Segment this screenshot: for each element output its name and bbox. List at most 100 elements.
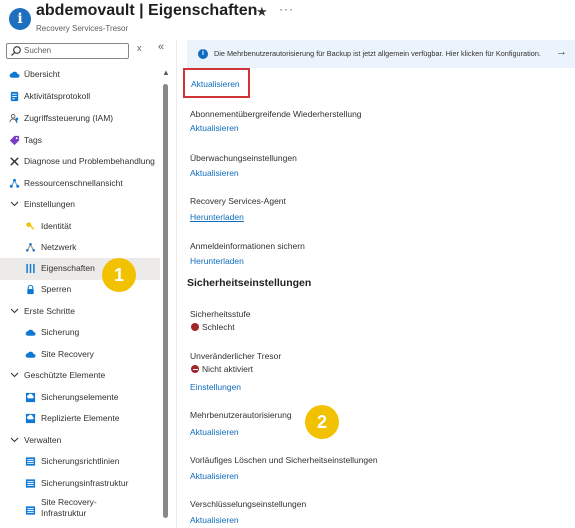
sidebar-item-label: Site Recovery-Infrastruktur <box>41 497 97 518</box>
security-settings-heading: Sicherheitseinstellungen <box>187 277 312 289</box>
infrastructure-icon <box>25 506 36 515</box>
sidebar-item-label: Zugriffssteuerung (IAM) <box>24 113 114 123</box>
people-icon <box>9 113 19 124</box>
sidebar-item-site-recovery-infrastructure[interactable]: Site Recovery-Infrastruktur <box>0 497 160 525</box>
blocked-icon <box>191 365 199 373</box>
sidebar-item-label: Sperren <box>41 284 72 294</box>
sidebar-item-backup-infrastructure[interactable]: Sicherungsinfrastruktur <box>0 473 160 495</box>
infrastructure-icon <box>25 479 36 488</box>
sidebar-item-replicated-items[interactable]: Replizierte Elemente <box>0 408 160 430</box>
sidebar-item-label: Sicherung <box>41 327 80 337</box>
sidebar-item-label: Eigenschaften <box>41 263 95 273</box>
search-icon <box>11 46 21 56</box>
arrow-right-icon: → <box>556 46 567 58</box>
soft-delete-update-link[interactable]: Aktualisieren <box>190 471 239 481</box>
sidebar-item-label: Sicherungsinfrastruktur <box>41 478 129 488</box>
page-header: i abdemovault | Eigenschaften ★ ··· Reco… <box>0 0 575 40</box>
encryption-settings-update-link[interactable]: Aktualisieren <box>190 515 239 525</box>
search-placeholder: Suchen <box>24 46 52 55</box>
chevron-down-icon <box>10 201 19 207</box>
sidebar-item-label: Aktivitätsprotokoll <box>24 91 91 101</box>
cross-subscription-restore-label: Abonnementübergreifende Wiederherstellun… <box>190 109 362 119</box>
immutable-vault-label: Unveränderlicher Tresor <box>190 351 282 361</box>
sidebar-item-tags[interactable]: Tags <box>0 130 160 152</box>
recovery-services-agent-download-link[interactable]: Herunterladen <box>190 212 244 222</box>
chevron-down-icon <box>10 308 19 314</box>
info-icon: i <box>9 8 31 30</box>
callout-badge-2: 2 <box>305 405 339 439</box>
sidebar-item-label: Sicherungsrichtlinien <box>41 456 120 466</box>
sidebar-item-label: Identität <box>41 221 72 231</box>
network-icon <box>26 243 35 252</box>
sidebar-item-properties[interactable]: Eigenschaften <box>0 258 160 280</box>
sidebar-item-identity[interactable]: Identität <box>0 216 160 238</box>
security-level-label: Sicherheitsstufe <box>190 309 251 319</box>
identity-icon <box>26 222 35 230</box>
sidebar-item-label: Netzwerk <box>41 242 77 252</box>
backup-credentials-download-link[interactable]: Herunterladen <box>190 256 244 266</box>
sidebar-item-site-recovery[interactable]: Site Recovery <box>0 344 160 366</box>
sidebar-item-resource-visualizer[interactable]: Ressourcenschnellansicht <box>0 173 160 195</box>
immutable-vault-settings-link[interactable]: Einstellungen <box>190 382 241 392</box>
sidebar-group-manage[interactable]: Verwalten <box>0 430 160 452</box>
cross-subscription-restore-update-link[interactable]: Aktualisieren <box>190 123 239 133</box>
sidebar-group-label: Geschützte Elemente <box>24 370 106 380</box>
policy-icon <box>25 457 36 466</box>
security-level-status: Schlecht <box>202 322 235 332</box>
recovery-services-agent-label: Recovery Services-Agent <box>190 196 286 206</box>
info-banner[interactable]: i Die Mehrbenutzerautorisierung für Back… <box>187 40 575 68</box>
sidebar-item-label: Site Recovery <box>41 349 94 359</box>
network-icon <box>9 178 20 188</box>
favorite-star-icon[interactable]: ★ <box>256 4 268 20</box>
sidebar-item-backup[interactable]: Sicherung <box>0 322 160 344</box>
soft-delete-label: Vorläufiges Löschen und Sicherheitseinst… <box>190 455 378 465</box>
sidebar-item-network[interactable]: Netzwerk <box>0 237 160 259</box>
chevron-down-icon <box>10 372 19 378</box>
cloud-icon <box>25 351 36 358</box>
immutable-vault-status: Nicht aktiviert <box>202 364 254 374</box>
update-link-top[interactable]: Aktualisieren <box>191 79 240 89</box>
properties-icon <box>26 263 35 274</box>
sidebar-item-locks[interactable]: Sperren <box>0 279 160 301</box>
sidebar-item-overview[interactable]: Übersicht <box>0 64 160 86</box>
monitoring-settings-label: Überwachungseinstellungen <box>190 153 297 163</box>
page-title: abdemovault | Eigenschaften <box>36 2 258 19</box>
multi-user-authorization-update-link[interactable]: Aktualisieren <box>190 427 239 437</box>
collapse-sidebar-icon[interactable]: « <box>158 41 164 53</box>
callout-badge-1: 1 <box>102 258 136 292</box>
replicated-items-icon <box>25 413 36 424</box>
sidebar-group-protected-items[interactable]: Geschützte Elemente <box>0 365 160 387</box>
tag-icon <box>9 135 20 146</box>
sidebar-item-backup-items[interactable]: Sicherungselemente <box>0 387 160 409</box>
sidebar-item-backup-policies[interactable]: Sicherungsrichtlinien <box>0 451 160 473</box>
lock-icon <box>27 284 34 295</box>
sidebar-item-activity-log[interactable]: Aktivitätsprotokoll <box>0 86 160 108</box>
sidebar-group-getting-started[interactable]: Erste Schritte <box>0 301 160 323</box>
sidebar-item-label: Übersicht <box>24 69 60 79</box>
more-options-icon[interactable]: ··· <box>279 2 294 16</box>
sidebar-item-iam[interactable]: Zugriffssteuerung (IAM) <box>0 108 160 130</box>
encryption-settings-label: Verschlüsselungseinstellungen <box>190 499 307 509</box>
backup-credentials-label: Anmeldeinformationen sichern <box>190 241 305 251</box>
sidebar-group-label: Einstellungen <box>24 199 76 209</box>
sidebar-group-label: Erste Schritte <box>24 306 76 316</box>
log-icon <box>10 91 19 102</box>
sidebar-group-settings[interactable]: Einstellungen <box>0 194 160 216</box>
sidebar-group-label: Verwalten <box>24 435 62 445</box>
clear-search-icon[interactable]: x <box>137 43 142 53</box>
banner-text: Die Mehrbenutzerautorisierung für Backup… <box>214 49 541 58</box>
sidebar-item-diagnose[interactable]: Diagnose und Problembehandlung <box>0 151 160 173</box>
sidebar-item-label: Sicherungselemente <box>41 392 119 402</box>
wrench-icon <box>10 157 19 166</box>
cloud-icon <box>25 329 36 336</box>
sidebar-scrollbar-thumb[interactable] <box>163 84 168 518</box>
sidebar-item-label: Replizierte Elemente <box>41 413 120 423</box>
info-icon: i <box>198 49 208 59</box>
sidebar-item-label: Tags <box>24 135 42 145</box>
scroll-up-arrow-icon[interactable]: ▲ <box>162 68 170 77</box>
sidebar-item-label: Diagnose und Problembehandlung <box>24 156 155 166</box>
monitoring-settings-update-link[interactable]: Aktualisieren <box>190 168 239 178</box>
resource-type-subtitle: Recovery Services-Tresor <box>36 24 129 33</box>
multi-user-authorization-label: Mehrbenutzerautorisierung <box>190 410 292 420</box>
search-input[interactable]: Suchen <box>6 43 129 59</box>
